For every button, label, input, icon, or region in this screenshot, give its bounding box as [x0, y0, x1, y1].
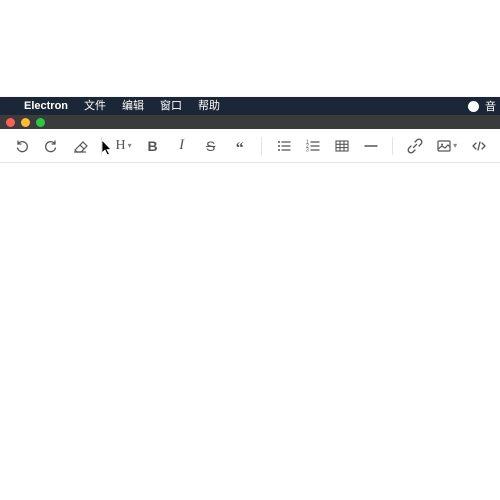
strikethrough-icon: S	[206, 138, 215, 154]
status-right-text: 音	[485, 98, 496, 114]
menubar-app-name[interactable]: Electron	[16, 97, 76, 115]
toolbar-separator	[392, 137, 393, 155]
window-close-button[interactable]	[6, 118, 15, 127]
table-button[interactable]	[330, 134, 353, 158]
horizontal-rule-icon	[363, 138, 379, 154]
table-icon	[334, 138, 350, 154]
link-icon	[407, 138, 423, 154]
status-record-icon[interactable]	[468, 101, 479, 112]
chevron-down-icon: ▾	[453, 141, 457, 150]
ordered-list-icon: 123	[305, 138, 321, 154]
blockquote-button[interactable]: “	[228, 134, 251, 158]
bold-icon: B	[148, 138, 158, 154]
undo-icon	[14, 138, 30, 154]
horizontal-rule-button[interactable]	[359, 134, 382, 158]
image-button[interactable]: ▾	[432, 134, 461, 158]
editor-toolbar: H ▾ B I S “ 123 ▾	[0, 129, 500, 163]
chevron-down-icon: ▾	[128, 141, 132, 150]
window-zoom-button[interactable]	[36, 118, 45, 127]
bold-button[interactable]: B	[141, 134, 164, 158]
heading-dropdown[interactable]: H ▾	[112, 134, 135, 158]
heading-icon: H	[115, 138, 125, 154]
window-titlebar	[0, 115, 500, 129]
italic-button[interactable]: I	[170, 134, 193, 158]
macos-menubar: Electron 文件 编辑 窗口 帮助 音	[0, 97, 500, 115]
toolbar-separator	[261, 137, 262, 155]
menubar-help[interactable]: 帮助	[190, 97, 228, 115]
toolbar-separator	[101, 137, 102, 155]
clear-format-button[interactable]	[68, 134, 91, 158]
redo-icon	[43, 138, 59, 154]
menubar-edit[interactable]: 编辑	[114, 97, 152, 115]
link-button[interactable]	[403, 134, 426, 158]
unordered-list-button[interactable]	[272, 134, 295, 158]
redo-button[interactable]	[39, 134, 62, 158]
editor-canvas[interactable]	[0, 163, 500, 358]
code-button[interactable]	[467, 134, 490, 158]
italic-icon: I	[179, 137, 184, 154]
eraser-icon	[72, 138, 88, 154]
image-icon	[436, 138, 452, 154]
undo-button[interactable]	[10, 134, 33, 158]
window-minimize-button[interactable]	[21, 118, 30, 127]
menubar-window[interactable]: 窗口	[152, 97, 190, 115]
bullet-list-icon	[276, 138, 292, 154]
svg-text:3: 3	[306, 147, 309, 153]
ordered-list-button[interactable]: 123	[301, 134, 324, 158]
code-icon	[471, 138, 487, 154]
menubar-status-area: 音	[468, 97, 496, 115]
menubar-file[interactable]: 文件	[76, 97, 114, 115]
strikethrough-button[interactable]: S	[199, 134, 222, 158]
